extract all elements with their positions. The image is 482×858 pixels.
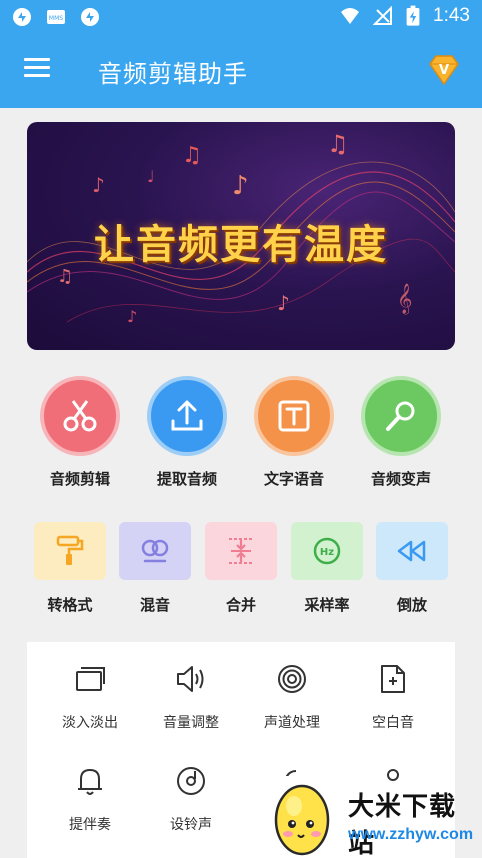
app-notification-icon bbox=[13, 8, 31, 26]
menu-icon[interactable] bbox=[24, 58, 50, 80]
channel-icon bbox=[278, 665, 306, 693]
paint-roller-icon bbox=[56, 535, 84, 565]
disc-icon bbox=[177, 767, 205, 795]
tool-label: 淡入淡出 bbox=[62, 715, 118, 731]
text-icon bbox=[278, 400, 310, 432]
blank-file-icon bbox=[381, 665, 405, 693]
tool-label: 倒放 bbox=[396, 596, 427, 614]
tool-label: 转格式 bbox=[47, 596, 93, 614]
tool-sample-rate[interactable]: Hz 采样率 bbox=[287, 522, 367, 615]
tool-voice-change[interactable]: 音频变声 bbox=[351, 376, 451, 489]
svg-text:♪: ♪ bbox=[92, 173, 105, 197]
tool-label: 空白音 bbox=[372, 715, 414, 731]
microphone-icon bbox=[386, 401, 415, 431]
tool-reverse[interactable]: 倒放 bbox=[372, 522, 452, 615]
rewind-icon bbox=[397, 540, 426, 562]
bell-icon bbox=[78, 769, 102, 795]
tool-label: 提伴奏 bbox=[69, 817, 111, 833]
tool-mix[interactable]: 混音 bbox=[115, 522, 195, 615]
tool-volume[interactable]: 音量调整 bbox=[141, 662, 241, 732]
svg-text:♫: ♫ bbox=[182, 143, 202, 168]
mascot-logo bbox=[274, 776, 348, 858]
tool-label: 声道处理 bbox=[264, 715, 320, 731]
scissors-icon bbox=[63, 400, 97, 432]
tool-label: 音频剪辑 bbox=[49, 470, 110, 488]
tool-set-ringtone[interactable]: 设铃声 bbox=[141, 764, 241, 834]
tool-accompaniment[interactable]: 提伴奏 bbox=[40, 764, 140, 834]
svg-text:MMS: MMS bbox=[49, 15, 63, 22]
upload-icon bbox=[171, 400, 203, 431]
watermark-brand: 大米下载站 bbox=[348, 792, 457, 858]
tool-label: 混音 bbox=[139, 596, 170, 614]
volume-icon bbox=[177, 666, 204, 692]
tool-label: 音量调整 bbox=[163, 715, 219, 731]
watermark-url: www.zzhyw.com bbox=[348, 826, 474, 843]
wifi-icon bbox=[341, 8, 360, 24]
merge-icon bbox=[229, 538, 253, 564]
tool-label: 提取音频 bbox=[156, 470, 217, 488]
tool-label: 采样率 bbox=[304, 596, 350, 614]
no-signal-icon bbox=[373, 6, 393, 25]
tool-label: 合并 bbox=[225, 596, 256, 614]
tool-convert-format[interactable]: 转格式 bbox=[30, 522, 110, 615]
main-tools: 音频剪辑 提取音频 文字语音 音频变声 bbox=[0, 376, 482, 496]
app-title: 音频剪辑助手 bbox=[98, 60, 248, 88]
mms-icon: MMS bbox=[47, 10, 65, 24]
banner-slogan: 让音频更有温度 bbox=[94, 222, 388, 268]
svg-text:♩: ♩ bbox=[147, 167, 155, 186]
tool-extract-audio[interactable]: 提取音频 bbox=[137, 376, 237, 489]
status-bar: MMS 1:43 bbox=[0, 0, 482, 34]
promo-banner[interactable]: ♫ ♪ ♫ ♪ ♫ ♪ 𝄞 ♩ ♪ 让音频更有温度 bbox=[27, 122, 455, 350]
app-notification-icon bbox=[81, 8, 99, 26]
battery-charging-icon bbox=[406, 5, 420, 26]
svg-text:♪: ♪ bbox=[277, 291, 290, 315]
status-time: 1:43 bbox=[433, 5, 470, 26]
tool-fade[interactable]: 淡入淡出 bbox=[40, 662, 140, 732]
tool-label: 文字语音 bbox=[263, 470, 324, 488]
tool-channel[interactable]: 声道处理 bbox=[242, 662, 342, 732]
fade-icon bbox=[76, 667, 105, 691]
tool-label: 音频变声 bbox=[370, 470, 431, 488]
svg-text:Hz: Hz bbox=[320, 547, 334, 558]
app-bar: 音频剪辑助手 V bbox=[0, 34, 482, 108]
tool-label: 设铃声 bbox=[170, 817, 212, 833]
tool-audio-edit[interactable]: 音频剪辑 bbox=[30, 376, 130, 489]
secondary-tools: 转格式 混音 合并 Hz 采样率 倒放 bbox=[0, 522, 482, 622]
svg-text:♪: ♪ bbox=[127, 307, 137, 326]
svg-text:♫: ♫ bbox=[327, 130, 349, 158]
hz-icon: Hz bbox=[313, 537, 341, 565]
site-watermark: 大米下载站 www.zzhyw.com bbox=[252, 772, 482, 858]
svg-text:V: V bbox=[439, 63, 449, 78]
tool-silence[interactable]: 空白音 bbox=[343, 662, 443, 732]
svg-text:♪: ♪ bbox=[232, 171, 249, 201]
svg-text:𝄞: 𝄞 bbox=[397, 283, 412, 315]
tool-text-to-speech[interactable]: 文字语音 bbox=[244, 376, 344, 489]
tool-merge[interactable]: 合并 bbox=[201, 522, 281, 615]
vip-diamond-icon[interactable]: V bbox=[426, 52, 462, 88]
mix-icon bbox=[141, 539, 169, 563]
